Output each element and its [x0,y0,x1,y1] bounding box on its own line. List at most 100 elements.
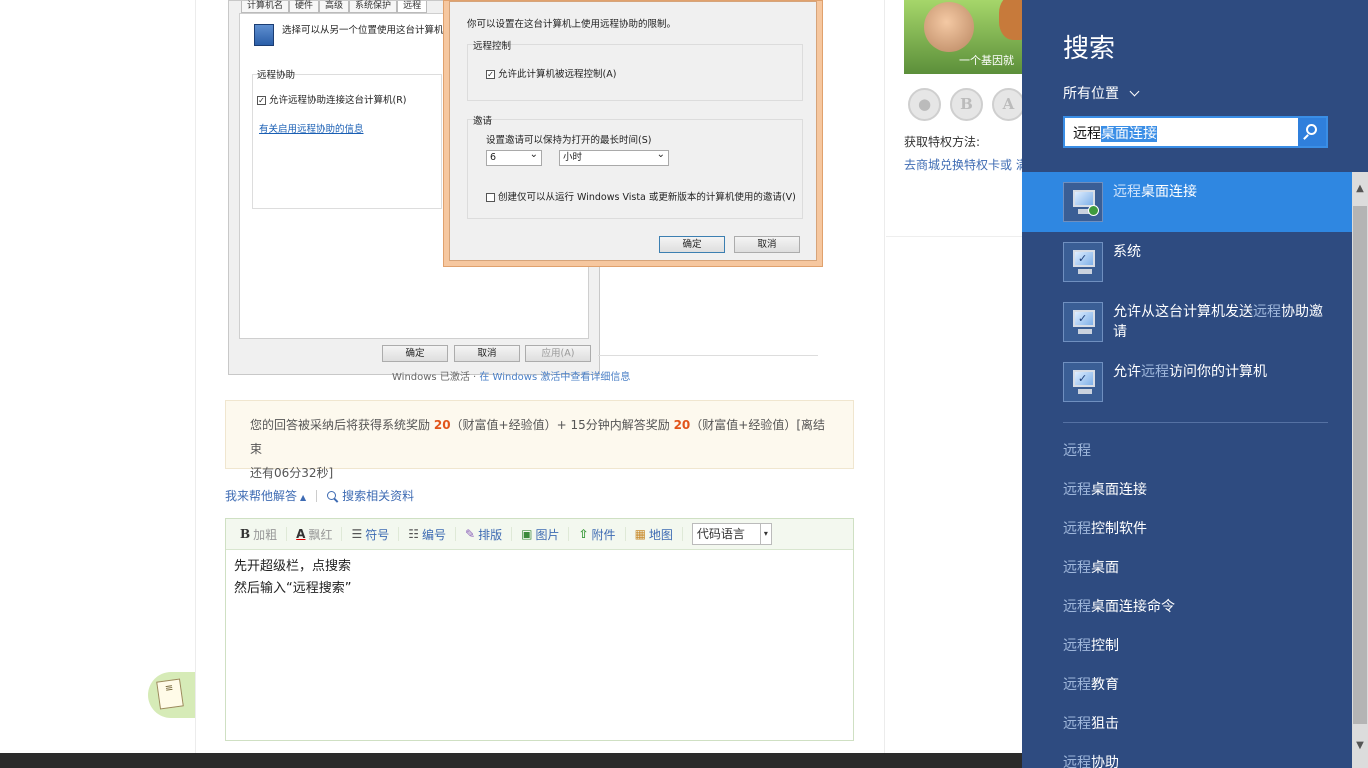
chevron-down-icon [1129,86,1140,96]
highlight-text: 远程 [1063,521,1091,537]
system-icon [254,24,274,46]
font-color-icon: A [296,527,306,541]
back-apply-button: 应用(A) [525,345,591,362]
result-remote-desktop[interactable]: 远程桌面连接 [1022,172,1352,232]
search-scope-dropdown[interactable]: 所有位置 [1063,83,1140,103]
editor-text-area[interactable]: 先开超级栏，点搜索 然后输入“远程搜索” [226,550,853,606]
a-badge-icon[interactable]: A [992,88,1025,121]
suggestion-item[interactable]: 远程桌面连接 [1063,477,1175,516]
magic-wand-icon: ✎ [465,527,476,541]
suggestion-text: 协助 [1091,755,1119,768]
scroll-down-icon[interactable]: ▼ [1352,737,1368,755]
monitor-stand [1078,269,1092,274]
highlight-text: 远程 [1063,482,1091,498]
bullet-list-button[interactable]: ☰ 符号 [351,527,400,542]
answer-actions: 我来帮他解答 ▲ 搜索相关资料 [225,487,414,504]
tab-remote: 远程 [397,1,428,13]
remote-assist-settings-dialog: 你可以设置在这台计算机上使用远程协助的限制。 远程控制 ✓ 允许此计算机被远程控制… [443,0,823,267]
suggestion-text: 狙击 [1091,716,1119,732]
dialog-tabs: 计算机名 硬件 高级 系统保护 远程 [241,1,428,13]
editor-toolbar: B 加粗 A 飘红 ☰ 符号 ☷ 编号 ✎ 排版 ▣ 图片 ⇧ 附件 ▦ 地图 代码语言 [226,519,853,550]
suggestion-item[interactable]: 远程教育 [1063,672,1175,711]
invite-group-label: 邀请 [473,116,493,127]
suggestion-item[interactable]: 远程桌面 [1063,555,1175,594]
help-answer-link[interactable]: 我来帮他解答 ▲ [225,487,306,504]
tab-advanced: 高级 [319,1,350,13]
remote-control-checkbox: ✓ 允许此计算机被远程控制(A) [486,66,616,80]
floating-notepad-button[interactable]: ≡ [148,672,195,718]
highlight-text: 远程 [1141,364,1169,380]
highlight-text: 远程 [1063,638,1091,654]
highlight-text: 远程 [1113,184,1141,200]
suggestion-text: 教育 [1091,677,1119,693]
result-allow-remote-access[interactable]: ✓ 允许远程访问你的计算机 [1022,352,1352,412]
bonus-number: 20 [673,418,691,432]
activation-text: Windows 已激活 [392,372,470,383]
search-results: 远程桌面连接 ✓ 系统 ✓ 允许从这台计算机发送远程协助邀请 ✓ 允许远程访问你… [1022,172,1352,412]
divider [598,355,818,356]
notepad-icon: ≡ [156,678,184,710]
promo-banner[interactable]: 一个基因就 [904,0,1026,74]
separator [316,489,318,502]
red-text-button[interactable]: A 飘红 [296,527,343,542]
suggestion-item[interactable]: 远程协助 [1063,750,1175,768]
checkbox-checked-icon: ✓ [257,96,266,105]
bullet-list-icon: ☰ [351,527,363,541]
suggestion-item[interactable]: 远程 [1063,438,1175,477]
layout-button[interactable]: ✎ 排版 [465,527,513,542]
search-query: 远程桌面连接 [1073,123,1157,143]
result-send-remote-assist[interactable]: ✓ 允许从这台计算机发送远程协助邀请 [1022,292,1352,352]
checkbox-unchecked-icon [486,193,495,202]
upload-icon: ⇧ [578,527,589,541]
result-label: 远程桌面连接 [1113,182,1333,202]
front-ok-button: 确定 [659,236,725,253]
user-badge-icon[interactable]: ● [908,88,941,121]
countdown-text: 还有06分32秒] [250,466,334,480]
number-label: 编号 [422,527,447,542]
search-related-label: 搜索相关资料 [342,489,415,503]
bold-icon: B [240,527,251,541]
search-suggestions: 远程 远程桌面连接 远程控制软件 远程桌面 远程桌面连接命令 远程控制 远程教育… [1063,438,1175,768]
map-button[interactable]: ▦ 地图 [635,527,683,542]
connection-badge [1088,205,1099,216]
search-icon [1306,124,1317,135]
image-button[interactable]: ▣ 图片 [521,527,570,542]
tab-computer-name: 计算机名 [241,1,290,13]
scroll-thumb[interactable] [1353,206,1367,724]
search-button[interactable] [1298,118,1326,146]
bold-label: 加粗 [253,527,278,542]
suggestion-item[interactable]: 远程控制 [1063,633,1175,672]
suggestion-item[interactable]: 远程狙击 [1063,711,1175,750]
bold-button[interactable]: B 加粗 [240,527,288,542]
suggestion-text: 控制 [1091,638,1119,654]
highlight-text: 远程 [1063,755,1091,768]
b-badge-icon[interactable]: B [950,88,983,121]
suggestion-text: 控制软件 [1091,521,1147,537]
privilege-link[interactable]: 去商城兑换特权卡或 满 [904,156,1026,173]
numbered-list-button[interactable]: ☷ 编号 [408,527,457,542]
result-system[interactable]: ✓ 系统 [1022,232,1352,292]
highlight-text: 远程 [1253,304,1281,320]
code-language-select[interactable]: 代码语言 [691,523,772,545]
reward-number: 20 [433,418,451,432]
results-scrollbar[interactable]: ▲ ▼ [1352,172,1368,768]
search-charm-pane: 搜索 所有位置 远程桌面连接 远程桌面连接 ✓ 系统 ✓ 允许从这台计算机发送远… [1022,0,1368,768]
system-icon: ✓ [1063,242,1103,282]
checkbox-label: 允许远程协助连接这台计算机(R) [269,95,407,106]
suggestion-item[interactable]: 远程桌面连接命令 [1063,594,1175,633]
editor-line: 先开超级栏，点搜索 [234,559,352,574]
attachment-button[interactable]: ⇧ 附件 [578,527,626,542]
suggestion-text: 桌面连接 [1091,482,1147,498]
result-text: 访问你的计算机 [1169,364,1267,380]
remote-desktop-icon [1063,182,1103,222]
result-label: 允许远程访问你的计算机 [1113,362,1333,382]
result-label: 系统 [1113,242,1333,262]
suggestion-item[interactable]: 远程控制软件 [1063,516,1175,555]
remote-assist-group-label: 远程协助 [257,70,296,81]
bullet-label: 符号 [365,527,390,542]
scroll-up-icon[interactable]: ▲ [1352,180,1368,198]
banner-text: 一个基因就 [959,54,1014,67]
search-related-link[interactable]: 搜索相关资料 [327,487,414,504]
search-input[interactable]: 远程桌面连接 [1063,116,1328,148]
invite-time-label: 设置邀请可以保持为打开的最长时间(S) [486,135,652,146]
